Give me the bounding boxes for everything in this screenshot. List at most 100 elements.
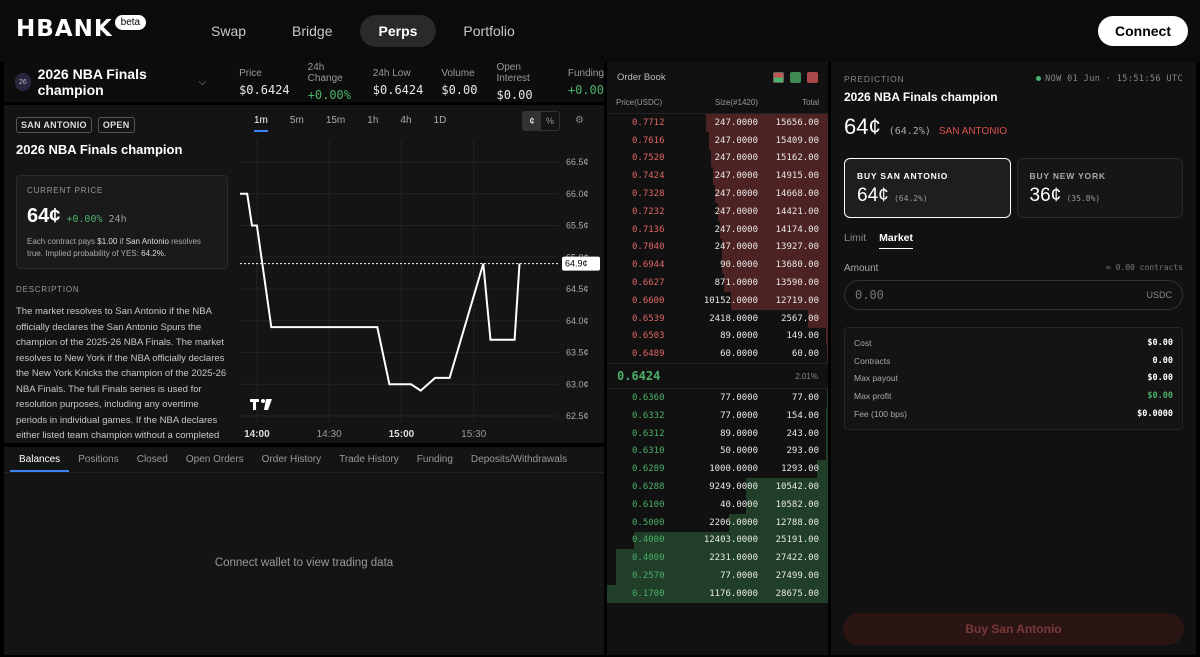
order-size: 9249.0000	[709, 482, 758, 493]
buy-san-antonio-option[interactable]: BUY SAN ANTONIO 64¢ (64.2%)	[844, 158, 1011, 218]
tab-market[interactable]: Market	[879, 232, 914, 249]
order-total: 27499.00	[775, 571, 819, 582]
tab-trade-history[interactable]: Trade History	[330, 447, 408, 472]
order-price: 0.7520	[632, 153, 665, 164]
bid-row[interactable]: 0.6288 9249.0000 10542.00	[607, 478, 828, 496]
note-probability: 64.2%.	[141, 249, 167, 258]
time-text: NOW 01 Jun · 15:51:56 UTC	[1045, 74, 1183, 84]
description-label: DESCRIPTION	[16, 285, 80, 294]
price-line	[240, 192, 521, 392]
ask-row[interactable]: 0.7040 247.0000 13927.00	[607, 238, 828, 257]
tab-positions[interactable]: Positions	[69, 447, 128, 472]
order-price: 0.7136	[632, 224, 665, 235]
prediction-label: PREDICTION	[844, 74, 905, 84]
col-price: Price(USDC)	[616, 98, 663, 107]
asks-only-icon[interactable]	[807, 71, 818, 83]
amount-field[interactable]: USDC	[844, 280, 1183, 310]
stat-label: Price	[239, 67, 262, 79]
ask-row[interactable]: 0.6944 90.0000 13680.00	[607, 256, 828, 275]
trade-probability: (64.2%)	[888, 126, 931, 137]
buy-new-york-option[interactable]: BUY NEW YORK 36¢ (35.8%)	[1016, 158, 1183, 218]
bid-row[interactable]: 0.6289 1000.0000 1293.00	[607, 460, 828, 479]
order-total: 14668.00	[775, 189, 819, 200]
bid-row[interactable]: 0.6332 77.0000 154.00	[607, 406, 828, 425]
ask-row[interactable]: 0.6503 89.0000 149.00	[607, 327, 828, 346]
depth-bar	[825, 327, 828, 346]
tab-closed[interactable]: Closed	[128, 447, 177, 472]
description-text: The market resolves to San Antonio if th…	[16, 306, 227, 441]
order-price: 0.4000	[632, 535, 665, 546]
tab-limit[interactable]: Limit	[844, 232, 866, 249]
buy-button[interactable]: Buy San Antonio	[843, 613, 1184, 645]
depth-bar	[825, 406, 828, 425]
bid-row[interactable]: 0.6310 50.0000 293.00	[607, 442, 828, 461]
ask-row[interactable]: 0.6489 60.0000 60.00	[607, 345, 828, 364]
order-size: 247.0000	[714, 189, 758, 200]
tab-funding[interactable]: Funding	[408, 447, 462, 472]
stat-volume: Volume $0.00	[441, 68, 477, 97]
order-size: 871.0000	[714, 278, 758, 289]
stat-funding: Funding +0.00	[568, 68, 604, 97]
outcome-selector: BUY SAN ANTONIO 64¢ (64.2%) BUY NEW YORK…	[844, 158, 1183, 218]
ask-row[interactable]: 0.6627 871.0000 13590.00	[607, 274, 828, 292]
ask-row[interactable]: 0.6539 2418.0000 2567.00	[607, 309, 828, 328]
stat-value: $0.00	[441, 82, 478, 97]
beta-badge: beta	[114, 15, 147, 30]
bid-row[interactable]: 0.6360 77.0000 77.00	[607, 389, 828, 407]
order-total: 14915.00	[775, 171, 819, 182]
summary-value: $0.00	[1147, 337, 1173, 348]
bid-row[interactable]: 0.6312 89.0000 243.00	[607, 424, 828, 443]
bid-row[interactable]: 0.6100 40.0000 10582.00	[607, 495, 828, 514]
ask-row[interactable]: 0.7136 247.0000 14174.00	[607, 220, 828, 239]
market-selector-title[interactable]: 2026 NBA Finals champion	[38, 66, 193, 98]
ask-row[interactable]: 0.7712 247.0000 15656.00	[607, 114, 828, 132]
asks-list: 0.7712 247.0000 15656.00 0.7616 247.0000 1540…	[607, 114, 828, 364]
amount-input[interactable]	[855, 288, 1055, 302]
account-panel: Balances Positions Closed Open Orders Or…	[4, 447, 604, 655]
badges: SAN ANTONIO OPEN	[16, 117, 228, 133]
bid-row[interactable]: 0.4000 12403.0000 25191.00	[607, 531, 828, 550]
ask-row[interactable]: 0.7328 247.0000 14668.00	[607, 185, 828, 203]
tab-open-orders[interactable]: Open Orders	[177, 447, 253, 472]
bids-only-icon[interactable]	[790, 71, 801, 83]
tab-balances[interactable]: Balances	[10, 447, 70, 472]
order-price: 0.6627	[632, 278, 665, 289]
bid-row[interactable]: 0.2570 77.0000 27499.00	[607, 567, 828, 585]
ask-row[interactable]: 0.7232 247.0000 14421.00	[607, 202, 828, 221]
summary-label: Max payout	[854, 373, 898, 384]
note-team: San Antonio	[125, 237, 169, 246]
order-price: 0.6489	[632, 349, 665, 360]
ask-row[interactable]: 0.7616 247.0000 15409.00	[607, 131, 828, 150]
connect-button[interactable]: Connect	[1098, 16, 1188, 46]
both-sides-icon[interactable]	[773, 71, 784, 83]
nav-perps[interactable]: Perps	[359, 15, 437, 47]
ask-row[interactable]: 0.7424 247.0000 14915.00	[607, 167, 828, 186]
order-total: 27422.00	[775, 553, 819, 564]
tab-deposits-withdrawals[interactable]: Deposits/Withdrawals	[462, 447, 576, 472]
ask-row[interactable]: 0.6600 10152.0000 12719.00	[607, 291, 828, 310]
tradingview-logo	[250, 399, 272, 410]
ask-row[interactable]: 0.7520 247.0000 15162.00	[607, 149, 828, 168]
stat-label: 24h Low	[372, 67, 411, 79]
bid-row[interactable]: 0.4000 2231.0000 27422.00	[607, 549, 828, 568]
bid-row[interactable]: 0.1700 1176.0000 28675.00	[607, 584, 828, 603]
tab-order-history[interactable]: Order History	[253, 447, 330, 472]
nav-swap[interactable]: Swap	[192, 15, 265, 47]
stat-price: Price $0.6424	[239, 68, 290, 97]
nav-bridge[interactable]: Bridge	[273, 15, 351, 47]
note-pay: $1.00	[97, 237, 118, 246]
order-price: 0.7616	[632, 135, 665, 146]
stat-value: $0.6424	[239, 82, 290, 97]
hbank-logo[interactable]: HBANK beta	[16, 14, 147, 44]
current-price-label: CURRENT PRICE	[27, 186, 104, 195]
chevron-down-icon[interactable]: ⌵	[198, 77, 206, 88]
y-tick-label: 65.5¢	[566, 221, 589, 231]
order-price: 0.6310	[632, 446, 665, 457]
order-size: 77.0000	[720, 410, 758, 421]
nav-portfolio[interactable]: Portfolio	[444, 15, 533, 47]
depth-bar	[825, 442, 828, 461]
price-chart[interactable]: 66.5¢66.0¢65.5¢65.0¢64.5¢64.0¢63.5¢63.0¢…	[240, 105, 604, 443]
bid-row[interactable]: 0.5000 2206.0000 12788.00	[607, 513, 828, 532]
mid-price: 0.6424	[617, 369, 661, 384]
order-price: 0.7328	[632, 189, 665, 200]
